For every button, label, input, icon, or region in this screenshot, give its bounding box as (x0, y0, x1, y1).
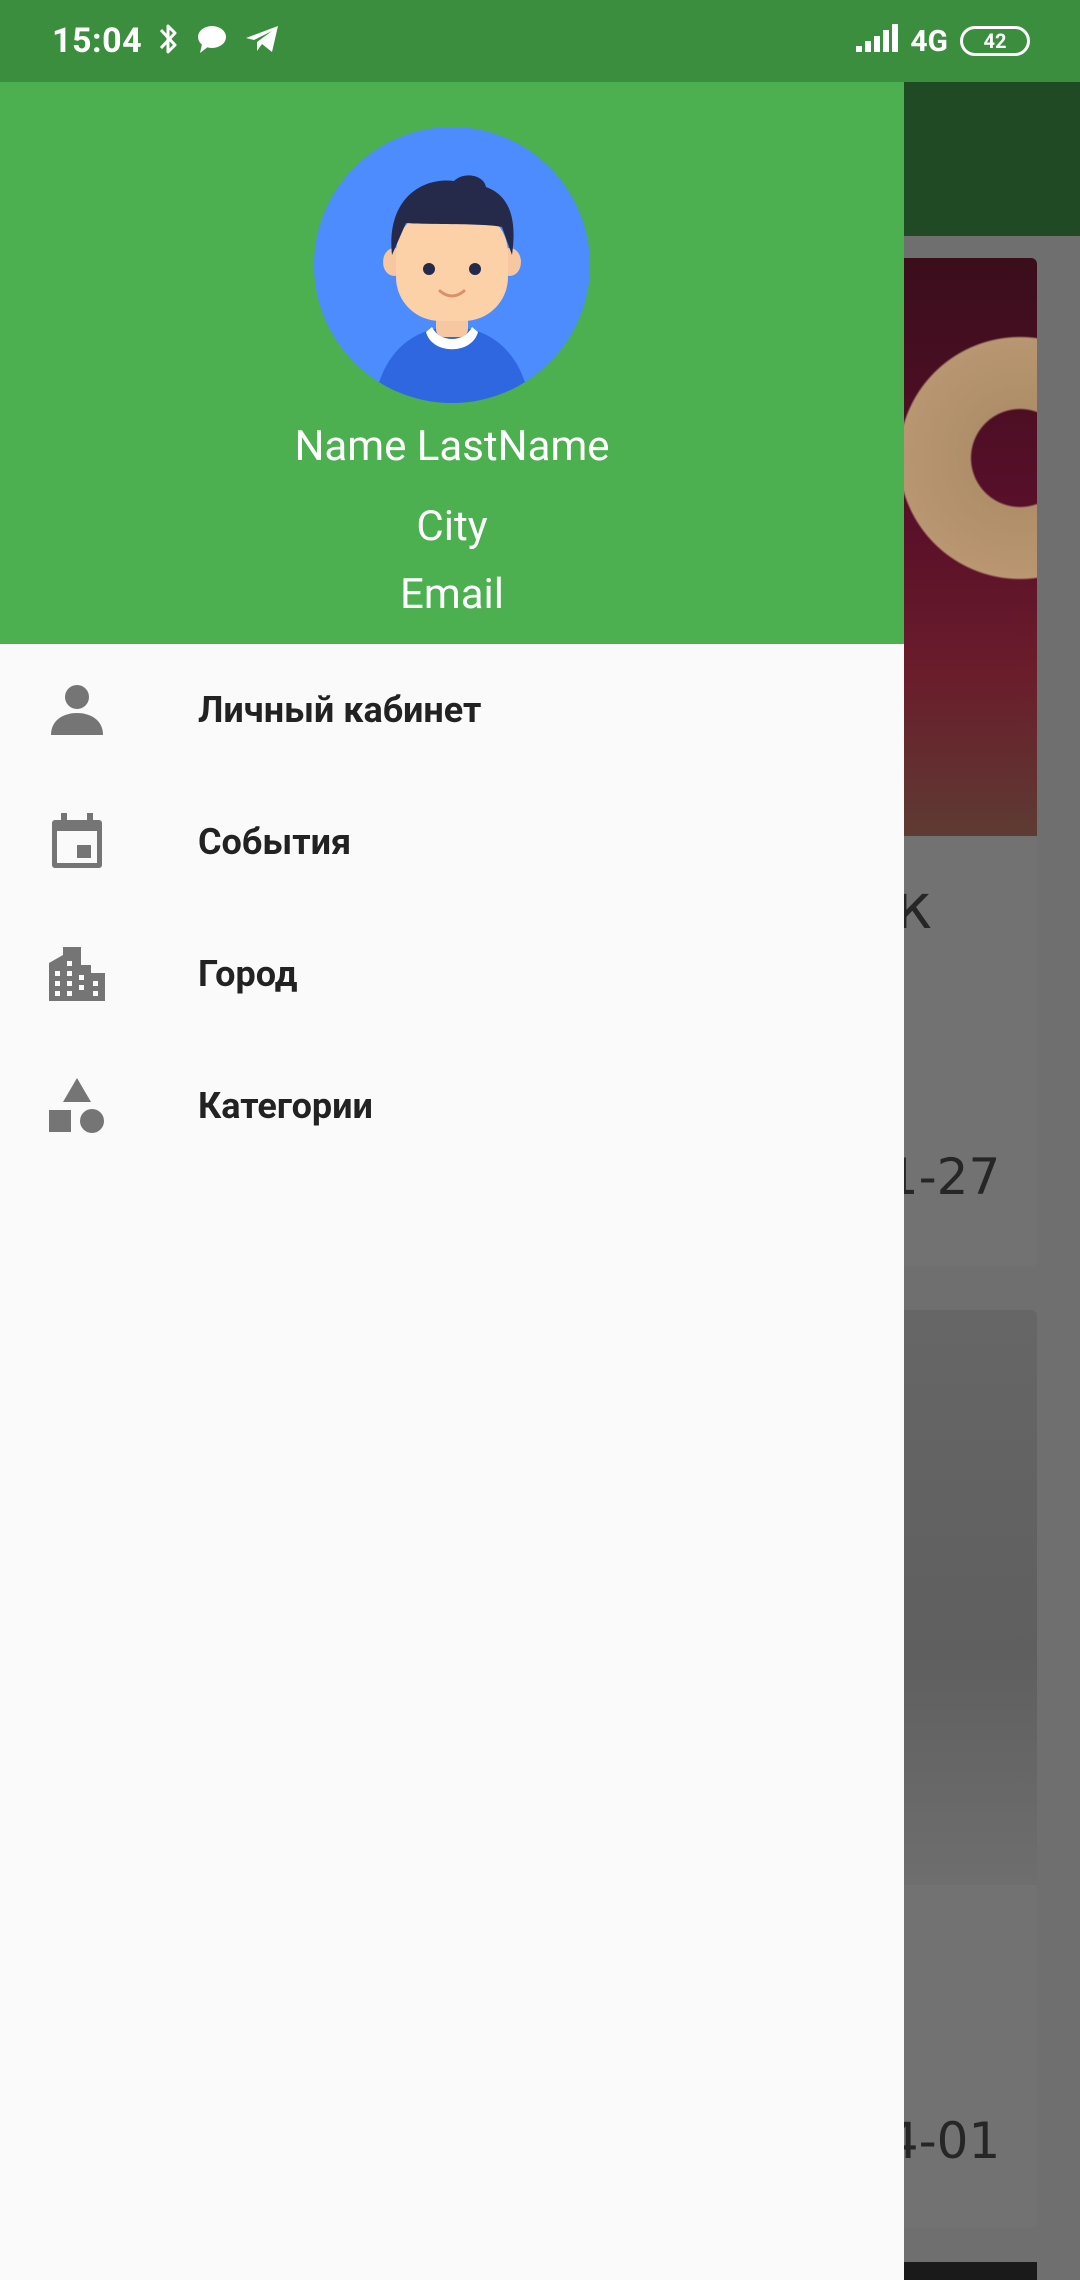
user-city: City (416, 502, 488, 551)
menu-item-events[interactable]: События (0, 776, 904, 908)
network-type: 4G (910, 23, 948, 59)
drawer-menu: Личный кабинет События Город Категории (0, 644, 904, 1172)
menu-item-label: Город (198, 953, 298, 995)
screen: ик а » 01-27 04-01 15:04 (0, 0, 1080, 2280)
message-icon (196, 24, 228, 58)
menu-item-profile[interactable]: Личный кабинет (0, 644, 904, 776)
menu-item-categories[interactable]: Категории (0, 1040, 904, 1172)
navigation-drawer: Name LastName City Email Личный кабинет (0, 82, 904, 2280)
person-icon (46, 678, 108, 740)
menu-item-label: Категории (198, 1085, 373, 1127)
user-email: Email (400, 570, 504, 619)
status-bar: 15:04 4G 42 (0, 0, 1080, 82)
menu-item-label: Личный кабинет (198, 689, 482, 731)
avatar[interactable] (314, 127, 590, 403)
telegram-icon (244, 24, 280, 58)
calendar-icon (46, 810, 108, 872)
user-name: Name LastName (294, 422, 610, 471)
avatar-icon (374, 175, 530, 403)
battery-icon: 42 (960, 26, 1030, 56)
city-icon (46, 942, 108, 1004)
status-time: 15:04 (52, 21, 143, 61)
menu-item-label: События (198, 821, 352, 863)
category-icon (46, 1074, 108, 1136)
menu-item-city[interactable]: Город (0, 908, 904, 1040)
battery-level: 42 (983, 29, 1007, 53)
bluetooth-icon (158, 21, 180, 61)
signal-icon (856, 24, 899, 58)
drawer-header: Name LastName City Email (0, 82, 904, 644)
